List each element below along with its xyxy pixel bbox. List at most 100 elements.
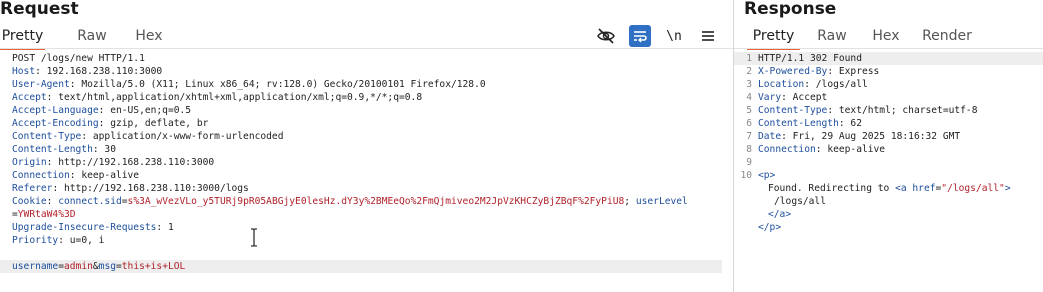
header-cookie: Cookie: connect.sid=s%3A_wVezVLo_y5TURj9…	[0, 195, 733, 208]
header-value: : keep-alive	[69, 170, 140, 181]
request-editor[interactable]: POST /logs/new HTTP/1.1 Host: 192.168.23…	[0, 52, 733, 292]
tab-raw[interactable]: Raw	[812, 25, 852, 49]
header-key: User-Agent	[12, 79, 70, 90]
header-value: : http://192.168.238.110:3000/logs	[52, 183, 249, 194]
header-separator: :	[46, 196, 59, 207]
header-key: Content-Type	[758, 105, 828, 116]
header-value: : Mozilla/5.0 (X11; Linux x86_64; rv:128…	[69, 79, 486, 90]
header-origin: Origin: http://192.168.238.110:3000	[0, 156, 733, 169]
header-value: : text/html,application/xhtml+xml,applic…	[46, 92, 423, 103]
tab-hex[interactable]: Hex	[132, 25, 166, 49]
request-title: Request	[0, 0, 79, 19]
tab-hex[interactable]: Hex	[869, 25, 903, 49]
tab-pretty[interactable]: Pretty	[0, 25, 45, 50]
header-host: Host: 192.168.238.110:3000	[0, 65, 733, 78]
request-line: POST /logs/new HTTP/1.1	[0, 52, 733, 65]
newline-toggle[interactable]: \n	[663, 25, 685, 47]
line-number: 9	[746, 157, 752, 168]
response-tabbar: Pretty Raw Hex Render	[734, 25, 975, 50]
response-body-line: </p>	[734, 221, 1043, 234]
cookie-value: s%3A_wVezVLo_y5TURj9pR05ABGjyE0lesHz.dY3…	[127, 196, 625, 207]
header-accept-language: Accept-Language: en-US,en;q=0.5	[0, 104, 733, 117]
request-tabs-divider	[0, 48, 733, 49]
header-value: : gzip, deflate, br	[98, 118, 209, 129]
html-tag: <a	[895, 183, 913, 194]
header-value: : 30	[92, 144, 116, 155]
header-key: Content-Length	[12, 144, 93, 155]
status-text: HTTP/1.1 302 Found	[758, 53, 862, 64]
response-body-line: 10 <p>	[734, 169, 1043, 182]
wrap-icon[interactable]	[629, 25, 651, 47]
response-body-line: Found. Redirecting to <a href="/logs/all…	[734, 182, 1043, 195]
header-key: Priority	[12, 235, 59, 246]
response-body-line: </a>	[734, 208, 1043, 221]
request-tabbar: Pretty Raw Hex	[0, 25, 166, 50]
response-blank: 9	[734, 156, 1043, 169]
cookie-name: userLevel	[635, 196, 688, 207]
response-header: 5 Content-Type: text/html; charset=utf-8	[734, 104, 1043, 117]
html-tag: </p>	[758, 222, 782, 233]
eye-off-icon[interactable]	[595, 25, 617, 47]
header-cookie-wrap: =YWRtaW4%3D	[0, 208, 733, 221]
text-cursor-icon	[251, 228, 257, 247]
html-tag: >	[1004, 183, 1011, 194]
header-key: Content-Type	[12, 131, 82, 142]
header-key: Referer	[12, 183, 53, 194]
param-name: msg	[98, 261, 116, 272]
response-header: 3 Location: /logs/all	[734, 78, 1043, 91]
header-key: Upgrade-Insecure-Requests	[12, 222, 157, 233]
response-status-line: 1 HTTP/1.1 302 Found	[734, 52, 1043, 65]
header-upgrade-insecure: Upgrade-Insecure-Requests: 1	[0, 221, 733, 234]
header-key: Connection	[12, 170, 70, 181]
header-value: : 62	[838, 118, 862, 129]
tab-render[interactable]: Render	[919, 25, 975, 49]
line-number: 4	[746, 92, 752, 103]
header-key: Origin	[12, 157, 47, 168]
header-value: : 192.168.238.110:3000	[35, 66, 163, 77]
newline-label: \n	[666, 28, 682, 44]
line-number: 10	[740, 170, 752, 181]
tab-raw[interactable]: Raw	[72, 25, 112, 49]
header-value: : text/html; charset=utf-8	[827, 105, 978, 116]
header-value: : application/x-www-form-urlencoded	[81, 131, 284, 142]
response-header: 4 Vary: Accept	[734, 91, 1043, 104]
body-text: Found. Redirecting to	[768, 183, 896, 194]
header-value: : Accept	[781, 92, 828, 103]
response-title: Response	[744, 0, 837, 19]
response-tabs-divider	[734, 48, 1043, 49]
menu-icon[interactable]	[697, 25, 719, 47]
response-header: 8 Connection: keep-alive	[734, 143, 1043, 156]
response-editor[interactable]: 1 HTTP/1.1 302 Found 2 X-Powered-By: Expre…	[734, 52, 1043, 292]
attr-value: "/logs/all"	[941, 183, 1005, 194]
header-key: Location	[758, 79, 805, 90]
html-tag: </a>	[768, 209, 792, 220]
header-content-length: Content-Length: 30	[0, 143, 733, 156]
header-value: : Express	[827, 66, 880, 77]
header-value: : /logs/all	[804, 79, 868, 90]
html-attr: href	[912, 183, 936, 194]
header-key: Accept	[12, 92, 47, 103]
header-key: Vary	[758, 92, 782, 103]
cookie-name: connect.sid	[58, 196, 122, 207]
header-user-agent: User-Agent: Mozilla/5.0 (X11; Linux x86_…	[0, 78, 733, 91]
param-value: admin	[64, 261, 93, 272]
header-key: Content-Length	[758, 118, 839, 129]
cookie-value: YWRtaW4%3D	[17, 209, 76, 220]
response-header: 6 Content-Length: 62	[734, 117, 1043, 130]
header-key: Accept-Language	[12, 105, 99, 116]
header-content-type: Content-Type: application/x-www-form-url…	[0, 130, 733, 143]
header-value: : u=0, i	[58, 235, 105, 246]
request-body: username=admin&msg=this+is+LOL	[0, 260, 722, 273]
tab-pretty[interactable]: Pretty	[747, 25, 800, 50]
line-number: 7	[746, 131, 752, 142]
response-panel: Response Pretty Raw Hex Render 1 HTTP/1.1…	[733, 0, 1043, 292]
param-value: this+is+LOL	[121, 261, 186, 272]
header-value: : keep-alive	[815, 144, 886, 155]
header-key: Date	[758, 131, 782, 142]
line-number: 1	[746, 53, 752, 64]
header-priority: Priority: u=0, i	[0, 234, 733, 247]
header-accept: Accept: text/html,application/xhtml+xml,…	[0, 91, 733, 104]
line-number: 8	[746, 144, 752, 155]
cookie-separator: ;	[624, 196, 636, 207]
